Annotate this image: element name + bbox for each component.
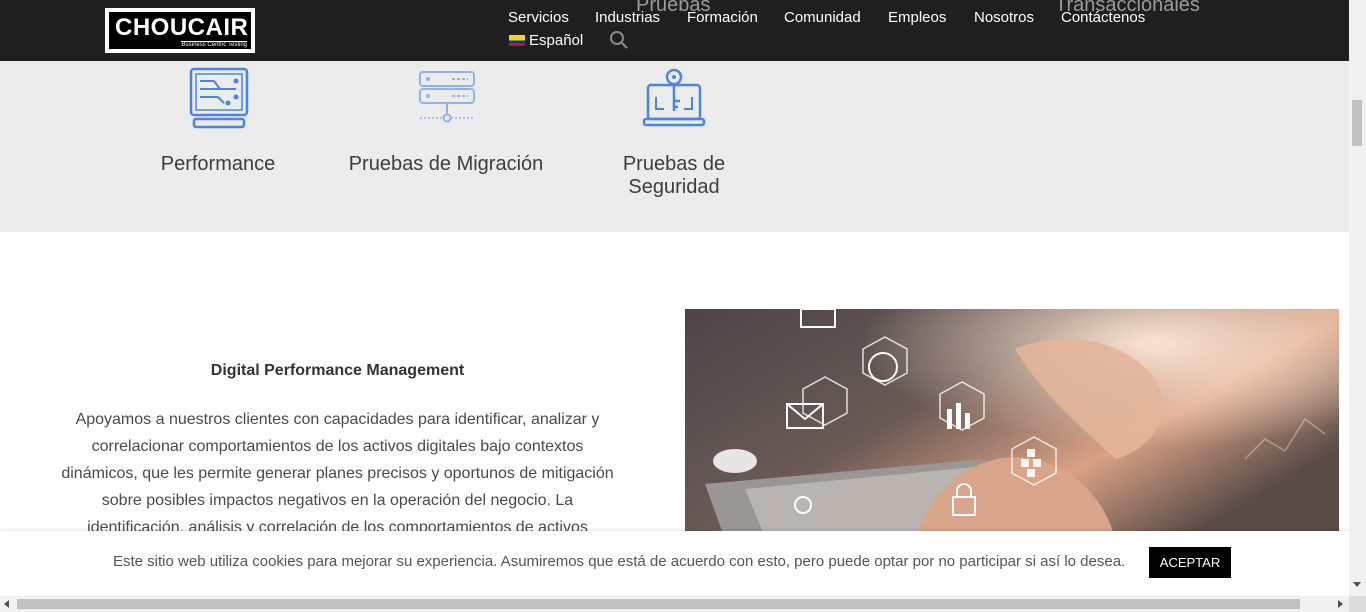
horizontal-scrollbar[interactable] xyxy=(0,596,1349,612)
language-label: Español xyxy=(529,32,584,49)
laptop-hands-digital-icons-photo xyxy=(685,309,1339,539)
service-title-migracion[interactable]: Pruebas de Migración xyxy=(326,153,566,176)
scroll-left-arrow-icon[interactable] xyxy=(4,600,9,608)
search-icon[interactable] xyxy=(609,30,629,50)
logo-wordmark: CHOUCAIR xyxy=(115,14,249,41)
section-heading: Digital Performance Management xyxy=(210,362,465,379)
service-title-seguridad-line2: Seguridad xyxy=(628,176,720,198)
cookie-message: Este sitio web utiliza cookies para mejo… xyxy=(113,553,1126,570)
nav-industrias[interactable]: Industrias xyxy=(595,9,660,26)
vertical-scrollbar[interactable] xyxy=(1349,0,1366,596)
vertical-scroll-thumb[interactable] xyxy=(1352,100,1362,146)
service-title-seguridad[interactable]: Pruebas de Seguridad xyxy=(594,153,754,199)
nav-nosotros[interactable]: Nosotros xyxy=(974,9,1034,26)
horizontal-scroll-thumb[interactable] xyxy=(17,599,1300,609)
nav-empleos[interactable]: Empleos xyxy=(888,9,946,26)
database-migration-icon xyxy=(419,71,475,123)
scroll-right-arrow-icon[interactable] xyxy=(1338,600,1343,608)
choucair-logo[interactable]: CHOUCAIR Business Centric Testing xyxy=(105,8,255,53)
nav-formacion[interactable]: Formación xyxy=(687,9,758,26)
nav-contactenos[interactable]: Contáctenos xyxy=(1061,9,1145,26)
service-title-performance[interactable]: Performance xyxy=(138,153,298,176)
section-paragraph: Apoyamos a nuestros clientes con capacid… xyxy=(61,411,614,536)
laptop-key-icon xyxy=(642,68,706,127)
service-title-seguridad-line1: Pruebas de xyxy=(622,153,726,175)
colombia-flag-icon xyxy=(509,35,525,46)
services-band: Performance Pruebas de Migración Pruebas… xyxy=(0,61,1349,232)
nav-comunidad[interactable]: Comunidad xyxy=(784,9,861,26)
nav-servicios[interactable]: Servicios xyxy=(508,9,569,26)
site-header: Pruebas Transaccionales CHOUCAIR Busines… xyxy=(0,0,1349,61)
language-selector[interactable]: Español xyxy=(509,32,583,49)
cookie-consent-bar: Este sitio web utiliza cookies para mejo… xyxy=(0,531,1349,595)
server-circuit-icon xyxy=(189,67,249,129)
accept-cookies-button[interactable]: ACEPTAR xyxy=(1149,547,1231,578)
scrollbar-corner xyxy=(1349,596,1366,612)
scroll-down-arrow-icon[interactable] xyxy=(1353,582,1361,587)
logo-tagline: Business Centric Testing xyxy=(181,41,247,48)
